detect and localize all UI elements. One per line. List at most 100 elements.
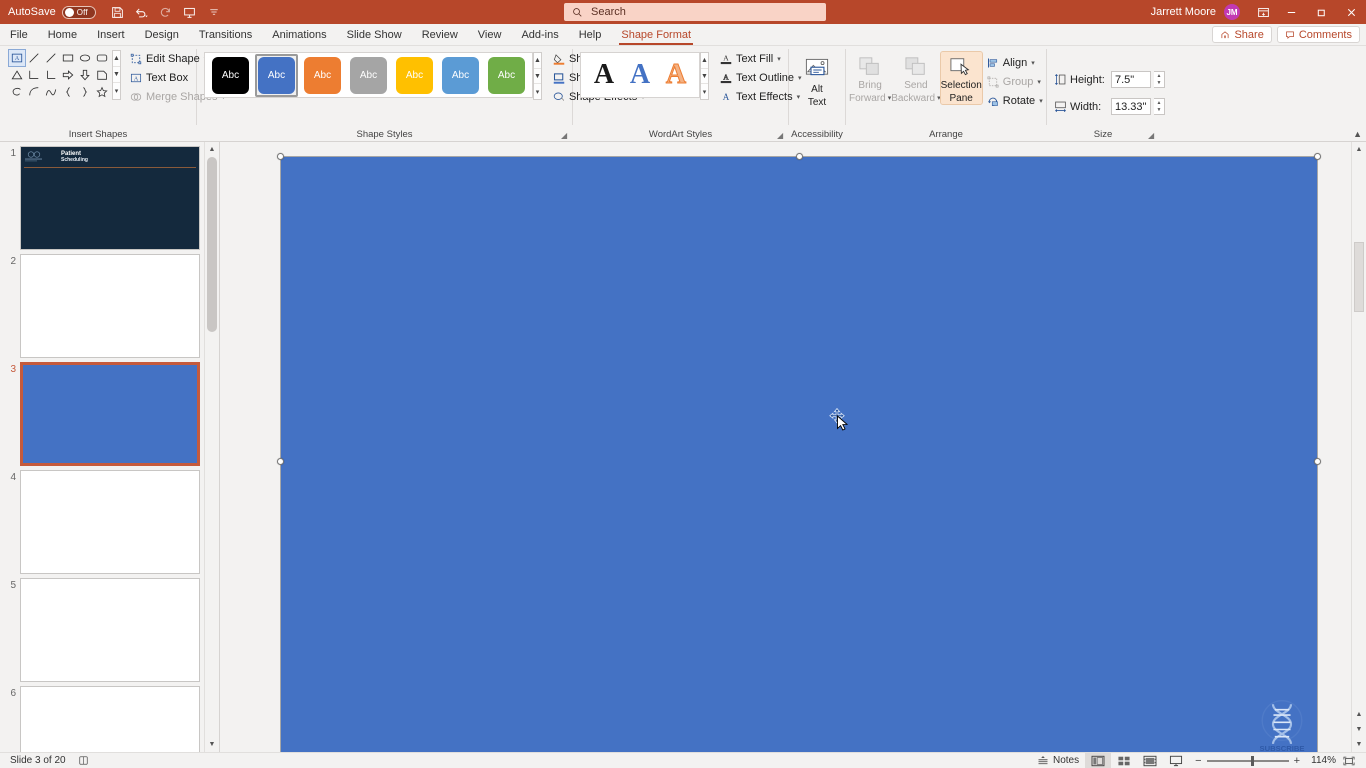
shape-star-icon[interactable] [94, 84, 110, 100]
selection-pane-button[interactable]: Selection Pane [939, 51, 983, 105]
wordart-style-blue[interactable]: A [623, 61, 657, 89]
slide-thumbnail-6[interactable]: 6 [0, 682, 204, 752]
accessibility-checker-button[interactable] [72, 753, 95, 768]
avatar[interactable]: JM [1224, 4, 1240, 20]
normal-view-button[interactable] [1085, 752, 1112, 768]
shape-oval-icon[interactable] [77, 50, 93, 66]
thumbnail-pane-scrollbar[interactable]: ▲ ▼ [204, 142, 219, 752]
save-icon[interactable] [106, 1, 130, 23]
tab-insert[interactable]: Insert [87, 24, 135, 45]
align-chevron-down-icon[interactable]: ▾ [1031, 59, 1035, 67]
slide-show-view-button[interactable] [1163, 753, 1189, 768]
wordart-scroll-up-icon[interactable]: ▲ [701, 53, 708, 69]
slide-thumbnail-canvas[interactable] [20, 470, 200, 574]
start-presentation-icon[interactable] [178, 1, 202, 23]
width-stepper-down-icon[interactable]: ▼ [1154, 107, 1164, 115]
fit-to-window-button[interactable] [1336, 753, 1362, 768]
minimize-button[interactable] [1276, 0, 1306, 24]
tab-shape-format[interactable]: Shape Format [611, 24, 701, 45]
shape-style-option-selected[interactable]: Abc [255, 53, 298, 97]
slide-area-vertical-scrollbar[interactable]: ▲ ▲ ▼ ▼ [1351, 142, 1366, 752]
slide-thumbnail-canvas[interactable]: Patient Scheduling [20, 146, 200, 250]
shape-rectangle-icon[interactable] [60, 50, 76, 66]
rotate-button[interactable]: Rotate ▾ [984, 92, 1046, 109]
height-stepper-down-icon[interactable]: ▼ [1154, 80, 1164, 88]
thumbnail-scroll-thumb[interactable] [207, 157, 217, 332]
next-slide-icon[interactable]: ▼ [1352, 722, 1366, 737]
tab-design[interactable]: Design [135, 24, 189, 45]
tab-add-ins[interactable]: Add-ins [511, 24, 568, 45]
shape-style-option[interactable]: Abc [439, 54, 482, 97]
shapes-scroll-down-icon[interactable]: ▼ [113, 67, 120, 83]
width-stepper-up-icon[interactable]: ▲ [1154, 99, 1164, 107]
shape-styles-scroll-down-icon[interactable]: ▼ [534, 69, 541, 85]
tab-help[interactable]: Help [569, 24, 612, 45]
shapes-gallery[interactable]: A [3, 48, 111, 100]
align-button[interactable]: Align ▾ [984, 54, 1046, 71]
selection-handle-top-left[interactable] [277, 153, 284, 160]
slide-counter[interactable]: Slide 3 of 20 [4, 753, 72, 768]
width-input[interactable]: 13.33" [1111, 98, 1151, 115]
shape-line-icon[interactable] [26, 50, 42, 66]
shape-style-option[interactable]: Abc [347, 54, 390, 97]
slide-thumbnail-canvas[interactable] [20, 686, 200, 752]
selection-handle-top-right[interactable] [1314, 153, 1321, 160]
undo-icon[interactable] [130, 1, 154, 23]
close-button[interactable] [1336, 0, 1366, 24]
slide-thumbnail-5[interactable]: 5 [0, 574, 204, 682]
collapse-ribbon-icon[interactable]: ▲ [1353, 129, 1362, 139]
wordart-dialog-launcher[interactable]: ◢ [777, 131, 786, 140]
shape-style-option[interactable]: Abc [485, 54, 528, 97]
shape-right-arrow-icon[interactable] [60, 67, 76, 83]
shape-line-arrow-icon[interactable] [43, 50, 59, 66]
shape-styles-more-icon[interactable]: ▾ [534, 84, 541, 99]
redo-icon[interactable] [154, 1, 178, 23]
tab-animations[interactable]: Animations [262, 24, 336, 45]
shape-style-option[interactable]: Abc [301, 54, 344, 97]
thumbnail-scroll-track[interactable] [205, 157, 219, 737]
slide-thumbnail-canvas[interactable] [20, 578, 200, 682]
zoom-out-button[interactable]: − [1195, 755, 1201, 767]
width-stepper[interactable]: ▲ ▼ [1154, 98, 1165, 115]
wordart-more-icon[interactable]: ▾ [701, 84, 708, 99]
shapes-gallery-scroll[interactable]: ▲ ▼ ▾ [112, 50, 121, 100]
height-input[interactable]: 7.5" [1111, 71, 1151, 88]
slide-scroll-down-icon[interactable]: ▼ [1352, 737, 1366, 752]
selection-handle-middle-left[interactable] [277, 458, 284, 465]
search-box[interactable]: Search [564, 3, 826, 21]
share-button[interactable]: Share [1212, 26, 1272, 43]
autosave-toggle[interactable]: Off [61, 5, 96, 19]
shape-down-arrow-icon[interactable] [77, 67, 93, 83]
shape-styles-gallery[interactable]: Abc Abc Abc Abc Abc Abc Abc [204, 52, 533, 98]
shape-triangle-icon[interactable] [9, 67, 25, 83]
slide-thumbnail-4[interactable]: 4 [0, 466, 204, 574]
size-dialog-launcher[interactable]: ◢ [1148, 131, 1157, 140]
shape-right-brace-icon[interactable] [77, 84, 93, 100]
slide-editing-area[interactable]: SUBSCRIBE ▲ ▲ ▼ ▼ [220, 142, 1366, 752]
shapes-gallery-more-icon[interactable]: ▾ [113, 83, 120, 99]
zoom-slider[interactable]: − + [1189, 755, 1306, 767]
shape-elbow-connector-icon[interactable] [26, 67, 42, 83]
comments-button[interactable]: Comments [1276, 26, 1360, 43]
alt-text-button[interactable]: Alt Text [794, 54, 840, 108]
shapes-scroll-up-icon[interactable]: ▲ [113, 51, 120, 67]
shape-style-option[interactable]: Abc [393, 54, 436, 97]
reading-view-button[interactable] [1137, 753, 1163, 768]
shape-curve-icon[interactable] [43, 84, 59, 100]
rotate-chevron-down-icon[interactable]: ▾ [1039, 97, 1043, 105]
shape-arc-icon[interactable] [26, 84, 42, 100]
wordart-style-black[interactable]: A [587, 61, 621, 89]
shape-styles-dialog-launcher[interactable]: ◢ [561, 131, 570, 140]
zoom-percent[interactable]: 114% [1306, 755, 1336, 766]
zoom-track[interactable] [1206, 755, 1289, 766]
selection-handle-middle-right[interactable] [1314, 458, 1321, 465]
shape-scribble-icon[interactable] [9, 84, 25, 100]
slide-thumbnail-1[interactable]: 1 Patient Scheduling [0, 142, 204, 250]
notes-button[interactable]: Notes [1031, 753, 1085, 768]
shape-left-brace-icon[interactable] [60, 84, 76, 100]
slide-thumbnail-canvas[interactable] [20, 254, 200, 358]
wordart-gallery[interactable]: A A A [580, 52, 700, 98]
shape-styles-scroll[interactable]: ▲ ▼ ▾ [533, 52, 542, 100]
wordart-scroll-down-icon[interactable]: ▼ [701, 69, 708, 85]
shape-folded-corner-icon[interactable] [94, 67, 110, 83]
